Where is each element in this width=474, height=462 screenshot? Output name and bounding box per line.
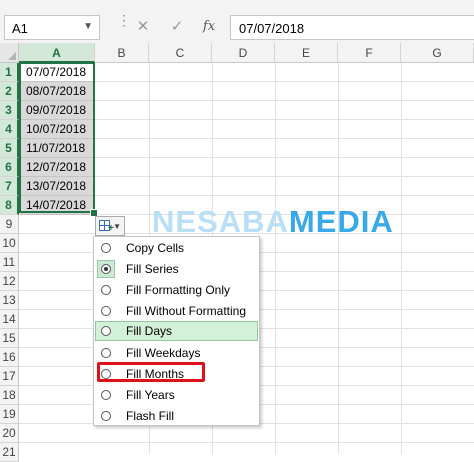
menu-item-label: Fill Days bbox=[126, 324, 173, 338]
row-header-8[interactable]: 8 bbox=[0, 196, 19, 215]
column-header-d[interactable]: D bbox=[212, 43, 275, 63]
menu-item-label: Fill Series bbox=[126, 262, 179, 276]
menu-item-label: Fill Years bbox=[126, 388, 175, 402]
column-header-g[interactable]: G bbox=[401, 43, 474, 63]
radio-icon bbox=[101, 390, 111, 400]
row-header-1[interactable]: 1 bbox=[0, 63, 19, 82]
row-header-20[interactable]: 20 bbox=[0, 424, 19, 443]
annotation-highlight-box bbox=[97, 362, 205, 382]
radio-icon bbox=[101, 326, 111, 336]
insert-function-button[interactable]: fx bbox=[197, 16, 221, 38]
menu-item-fill-without-formatting[interactable]: Fill Without Formatting bbox=[95, 301, 258, 321]
auto-fill-options-button[interactable]: + ▼ bbox=[95, 216, 125, 236]
enter-button[interactable]: ✓ bbox=[165, 16, 189, 38]
drag-handle-icon[interactable]: ⋮ bbox=[117, 13, 131, 27]
cell-a3[interactable]: 09/07/2018 bbox=[20, 101, 94, 120]
row-header-4[interactable]: 4 bbox=[0, 120, 19, 139]
chevron-down-icon[interactable]: ▼ bbox=[83, 21, 93, 32]
menu-item-fill-formatting-only[interactable]: Fill Formatting Only bbox=[95, 280, 258, 300]
column-header-c[interactable]: C bbox=[149, 43, 212, 63]
select-all-button[interactable] bbox=[0, 43, 19, 63]
row-header-15[interactable]: 15 bbox=[0, 329, 19, 348]
row-header-18[interactable]: 18 bbox=[0, 386, 19, 405]
row-header-2[interactable]: 2 bbox=[0, 82, 19, 101]
cell-a6[interactable]: 12/07/2018 bbox=[20, 158, 94, 177]
cell-a4[interactable]: 10/07/2018 bbox=[20, 120, 94, 139]
row-header-16[interactable]: 16 bbox=[0, 348, 19, 367]
menu-item-label: Flash Fill bbox=[126, 409, 175, 423]
radio-icon bbox=[101, 348, 111, 358]
radio-icon bbox=[101, 411, 111, 421]
row-header-7[interactable]: 7 bbox=[0, 177, 19, 196]
menu-item-label: Fill Formatting Only bbox=[126, 283, 231, 297]
row-header-10[interactable]: 10 bbox=[0, 234, 19, 253]
cancel-button[interactable]: ✕ bbox=[131, 16, 155, 38]
watermark-part1: NESABA bbox=[152, 204, 289, 239]
row-header-13[interactable]: 13 bbox=[0, 291, 19, 310]
radio-icon bbox=[101, 306, 111, 316]
cell-a5[interactable]: 11/07/2018 bbox=[20, 139, 94, 158]
cell-a1[interactable]: 07/07/2018 bbox=[20, 63, 94, 82]
watermark-part2: MEDIA bbox=[288, 204, 394, 239]
formula-input[interactable]: 07/07/2018 bbox=[230, 15, 474, 40]
row-header-17[interactable]: 17 bbox=[0, 367, 19, 386]
row-header-5[interactable]: 5 bbox=[0, 139, 19, 158]
column-header-b[interactable]: B bbox=[95, 43, 149, 63]
menu-item-label: Fill Without Formatting bbox=[126, 304, 247, 318]
radio-icon bbox=[101, 243, 111, 253]
name-box[interactable]: A1 ▼ bbox=[4, 15, 100, 40]
column-header-f[interactable]: F bbox=[338, 43, 401, 63]
menu-item-fill-series[interactable]: Fill Series bbox=[95, 259, 258, 279]
row-header-14[interactable]: 14 bbox=[0, 310, 19, 329]
row-header-6[interactable]: 6 bbox=[0, 158, 19, 177]
cell-a8[interactable]: 14/07/2018 bbox=[20, 196, 94, 215]
menu-item-label: Copy Cells bbox=[126, 241, 185, 255]
radio-icon bbox=[101, 285, 111, 295]
menu-item-fill-weekdays[interactable]: Fill Weekdays bbox=[95, 343, 258, 363]
row-header-11[interactable]: 11 bbox=[0, 253, 19, 272]
row-header-19[interactable]: 19 bbox=[0, 405, 19, 424]
menu-item-fill-years[interactable]: Fill Years bbox=[95, 385, 258, 405]
row-header-12[interactable]: 12 bbox=[0, 272, 19, 291]
row-header-21[interactable]: 21 bbox=[0, 443, 19, 462]
menu-item-flash-fill[interactable]: Flash Fill bbox=[95, 406, 258, 426]
chevron-down-icon: ▼ bbox=[113, 222, 121, 231]
cell-a2[interactable]: 08/07/2018 bbox=[20, 82, 94, 101]
auto-fill-options-menu: Copy Cells Fill Series Fill Formatting O… bbox=[93, 236, 260, 426]
cell-a7[interactable]: 13/07/2018 bbox=[20, 177, 94, 196]
row-header-9[interactable]: 9 bbox=[0, 215, 19, 234]
formula-value: 07/07/2018 bbox=[239, 21, 305, 36]
column-header-a[interactable]: A bbox=[19, 43, 95, 63]
menu-item-copy-cells[interactable]: Copy Cells bbox=[95, 238, 258, 258]
name-box-value: A1 bbox=[12, 21, 28, 36]
row-header-3[interactable]: 3 bbox=[0, 101, 19, 120]
menu-item-label: Fill Weekdays bbox=[126, 346, 201, 360]
menu-item-fill-days[interactable]: Fill Days bbox=[95, 321, 258, 341]
radio-selected-icon bbox=[101, 264, 111, 274]
column-header-e[interactable]: E bbox=[275, 43, 338, 63]
watermark-logo: NESABAMEDIA bbox=[152, 204, 394, 240]
